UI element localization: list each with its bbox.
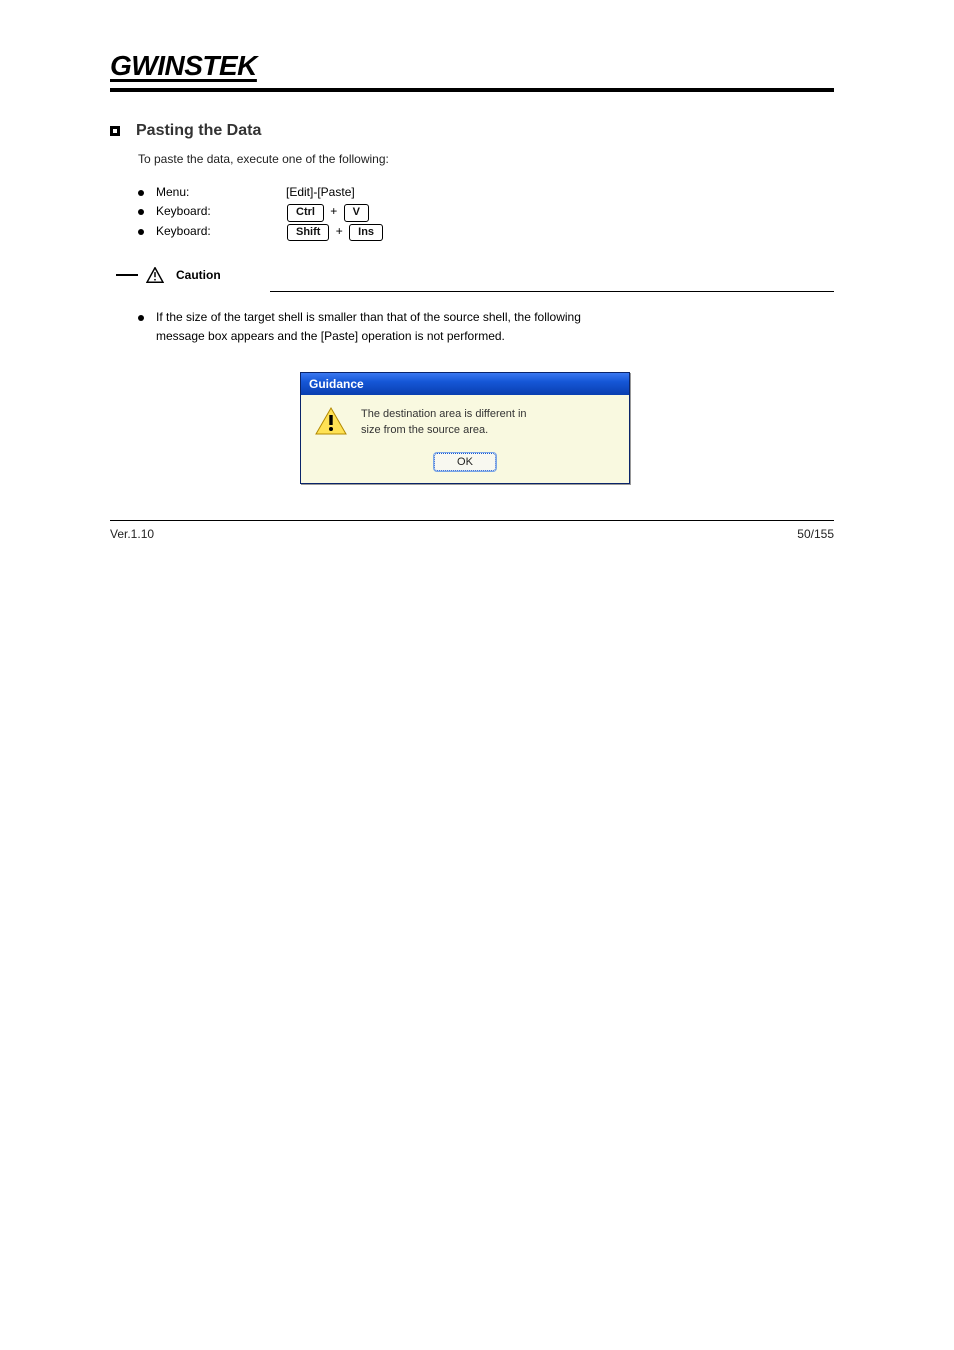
bullet-label: Keyboard: <box>156 222 286 241</box>
caution-note-line2: message box appears and the [Paste] oper… <box>156 329 505 343</box>
dialog-message: The destination area is different in siz… <box>361 407 527 438</box>
page-header: GWINSTEK <box>110 50 834 86</box>
caution-note-line1: If the size of the target shell is small… <box>156 310 581 324</box>
section-lead: To paste the data, execute one of the fo… <box>138 150 834 169</box>
bullet-label: Menu: <box>156 183 286 202</box>
caution-note: If the size of the target shell is small… <box>138 308 834 346</box>
plus-sign: + <box>330 204 337 218</box>
header-rule <box>110 88 834 92</box>
menu-path: [Edit]-[Paste] <box>286 183 355 202</box>
bullet-icon <box>138 190 144 196</box>
bullet-icon <box>138 315 144 321</box>
dialog-message-line2: size from the source area. <box>361 424 488 436</box>
footer-rule <box>110 520 834 521</box>
key-ins: Ins <box>349 224 383 241</box>
section-title: Pasting the Data <box>136 122 261 140</box>
plus-sign: + <box>336 224 343 238</box>
key-ctrl: Ctrl <box>287 204 324 221</box>
dialog-screenshot: Guidance The destination area is differe… <box>300 372 834 484</box>
bullet-label: Keyboard: <box>156 202 286 221</box>
caution-rule <box>270 291 834 292</box>
dialog-warning-icon <box>315 407 347 435</box>
bullet-icon <box>138 229 144 235</box>
guidance-dialog: Guidance The destination area is differe… <box>300 372 630 484</box>
dialog-titlebar: Guidance <box>301 373 629 395</box>
dialog-message-line1: The destination area is different in <box>361 408 527 420</box>
page-footer: Ver.1.10 50/155 <box>110 527 834 541</box>
brand-logo: GWINSTEK <box>110 50 257 81</box>
bullet-menu: Menu: [Edit]-[Paste] <box>138 183 834 202</box>
section-heading-row: Pasting the Data <box>110 122 834 140</box>
bullet-kbd-ctrl-v: Keyboard: Ctrl + V <box>138 202 834 221</box>
key-v: V <box>344 204 369 221</box>
ok-button[interactable]: OK <box>434 453 496 471</box>
square-bullet-icon <box>110 126 120 136</box>
caution-label: Caution <box>176 268 221 282</box>
caution-heading: Caution <box>116 267 834 283</box>
footer-page: 50/155 <box>797 527 834 541</box>
bullet-icon <box>138 209 144 215</box>
warning-triangle-icon <box>146 267 164 283</box>
bullet-kbd-shift-ins: Keyboard: Shift + Ins <box>138 222 834 241</box>
caution-line-icon <box>116 274 138 276</box>
footer-version: Ver.1.10 <box>110 527 154 541</box>
key-shift: Shift <box>287 224 329 241</box>
